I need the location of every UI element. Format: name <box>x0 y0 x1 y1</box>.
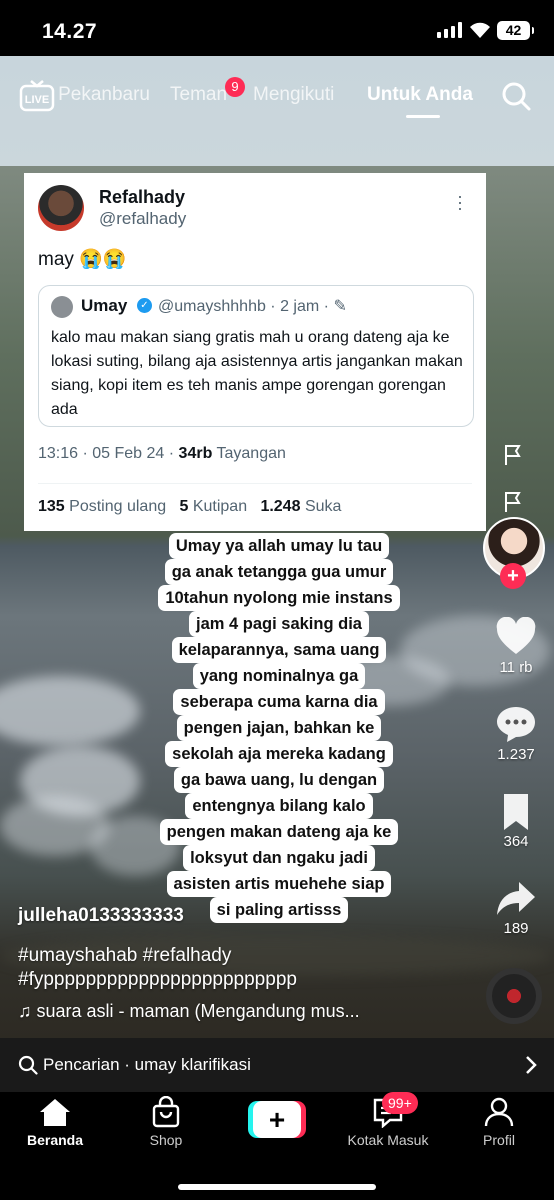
caption-line: sekolah aja mereka kadang <box>165 741 393 767</box>
battery-icon: 42 <box>497 21 534 40</box>
teman-badge: 9 <box>225 77 245 97</box>
home-icon <box>40 1099 70 1126</box>
home-indicator[interactable] <box>178 1184 376 1190</box>
quote-avatar <box>51 296 73 318</box>
caption-line: ga bawa uang, lu dengan <box>173 767 385 793</box>
caption-line: jam 4 pagi saking dia <box>189 611 369 637</box>
caption-line: si paling artisss <box>209 897 349 923</box>
tweet-avatar <box>38 185 84 231</box>
tweet-card: Refalhady @refalhady · · · may 😭😭 Umay ✓ @… <box>24 173 486 531</box>
save-count: 364 <box>503 833 529 850</box>
share-count: 189 <box>503 920 529 937</box>
tab-teman[interactable]: Teman <box>170 84 227 106</box>
quote-meta: @umayshhhhb · 2 jam · ✎ <box>158 298 347 315</box>
wifi-icon <box>470 22 490 38</box>
tweet-stats: 135 Posting ulang 5 Kutipan 1.248 Suka <box>38 498 342 515</box>
caption-line: pengen makan dateng aja ke <box>159 819 399 845</box>
search-icon[interactable] <box>500 80 532 112</box>
comment-icon[interactable] <box>495 704 537 744</box>
quoted-tweet: Umay ✓ @umayshhhhb · 2 jam · ✎ kalo mau … <box>38 285 474 427</box>
inbox-badge: 99+ <box>382 1092 418 1114</box>
caption-line: ga anak tetangga gua umur <box>164 559 394 585</box>
caption-line: asisten artis muehehe siap <box>166 871 392 897</box>
verified-icon: ✓ <box>137 298 152 313</box>
tweet-author-name: Refalhady <box>99 187 186 207</box>
caption-line: Umay ya allah umay lu tau <box>168 533 390 559</box>
live-icon[interactable]: LIVE <box>19 78 55 112</box>
comment-count: 1.237 <box>497 746 535 763</box>
search-icon <box>18 1055 38 1075</box>
divider <box>38 483 472 484</box>
create-button[interactable]: + <box>248 1101 306 1138</box>
shop-bag-icon <box>152 1096 180 1128</box>
heart-icon[interactable] <box>495 617 537 657</box>
active-tab-indicator <box>406 115 440 118</box>
follow-button[interactable]: + <box>500 563 526 589</box>
video-hashtags[interactable]: #umayshahab #refalhady #fypppppppppppppp… <box>18 944 297 992</box>
chevron-right-icon <box>526 1056 537 1074</box>
bookmark-icon[interactable] <box>495 792 537 832</box>
tab-mengikuti[interactable]: Mengikuti <box>253 84 334 106</box>
plus-icon: + <box>253 1101 301 1138</box>
caption-line: 10tahun nyolong mie instans <box>158 585 400 611</box>
nav-home-label: Beranda <box>26 1132 84 1148</box>
nav-profile[interactable]: Profil <box>454 1096 544 1148</box>
tab-pekanbaru[interactable]: Pekanbaru <box>55 84 150 106</box>
signal-icon <box>437 22 463 38</box>
status-time: 14.27 <box>42 20 98 43</box>
caption-line: seberapa cuma karna dia <box>173 689 385 715</box>
edit-icon: ✎ <box>333 298 347 315</box>
nav-profile-label: Profil <box>483 1132 515 1148</box>
caption-line: entengnya bilang kalo <box>185 793 373 819</box>
tweet-text: may 😭😭 <box>38 249 127 270</box>
nav-inbox-label: Kotak Masuk <box>347 1132 429 1148</box>
nav-shop[interactable]: Shop <box>121 1096 211 1148</box>
nav-shop-label: Shop <box>149 1132 183 1148</box>
like-count: 11 rb <box>499 659 533 676</box>
quote-author-name: Umay <box>81 296 128 315</box>
tab-untuk-anda[interactable]: Untuk Anda <box>367 84 473 106</box>
profile-icon <box>484 1097 514 1127</box>
flag-icon[interactable] <box>502 490 524 514</box>
nav-home[interactable]: Beranda <box>10 1096 100 1148</box>
caption-overlay: Umay ya allah umay lu tau ga anak tetang… <box>136 533 422 923</box>
music-disc-icon[interactable] <box>486 968 542 1024</box>
tweet-author-handle: @refalhady <box>99 209 187 228</box>
caption-line: kelaparannya, sama uang <box>171 637 387 663</box>
svg-text:LIVE: LIVE <box>25 94 49 106</box>
video-username[interactable]: julleha0133333333 <box>18 905 184 927</box>
tweet-timestamp: 13:16 · 05 Feb 24 · 34rb Tayangan <box>38 445 286 462</box>
flag-icon[interactable] <box>502 443 524 467</box>
caption-line: yang nominalnya ga <box>192 663 366 689</box>
caption-line: loksyut dan ngaku jadi <box>183 845 375 871</box>
share-icon[interactable] <box>495 879 537 919</box>
caption-line: pengen jajan, bahkan ke <box>176 715 382 741</box>
music-label[interactable]: ♫ suara asli - maman (Mengandung mus... <box>18 1001 360 1022</box>
more-options-icon: · · · <box>457 186 463 218</box>
quote-body: kalo mau makan siang gratis mah u orang … <box>51 329 463 418</box>
search-suggestion-text: Pencarian · umay klarifikasi <box>43 1055 251 1074</box>
status-bar: 14.27 42 <box>0 0 554 56</box>
related-search-bar[interactable]: Pencarian · umay klarifikasi <box>0 1038 554 1092</box>
